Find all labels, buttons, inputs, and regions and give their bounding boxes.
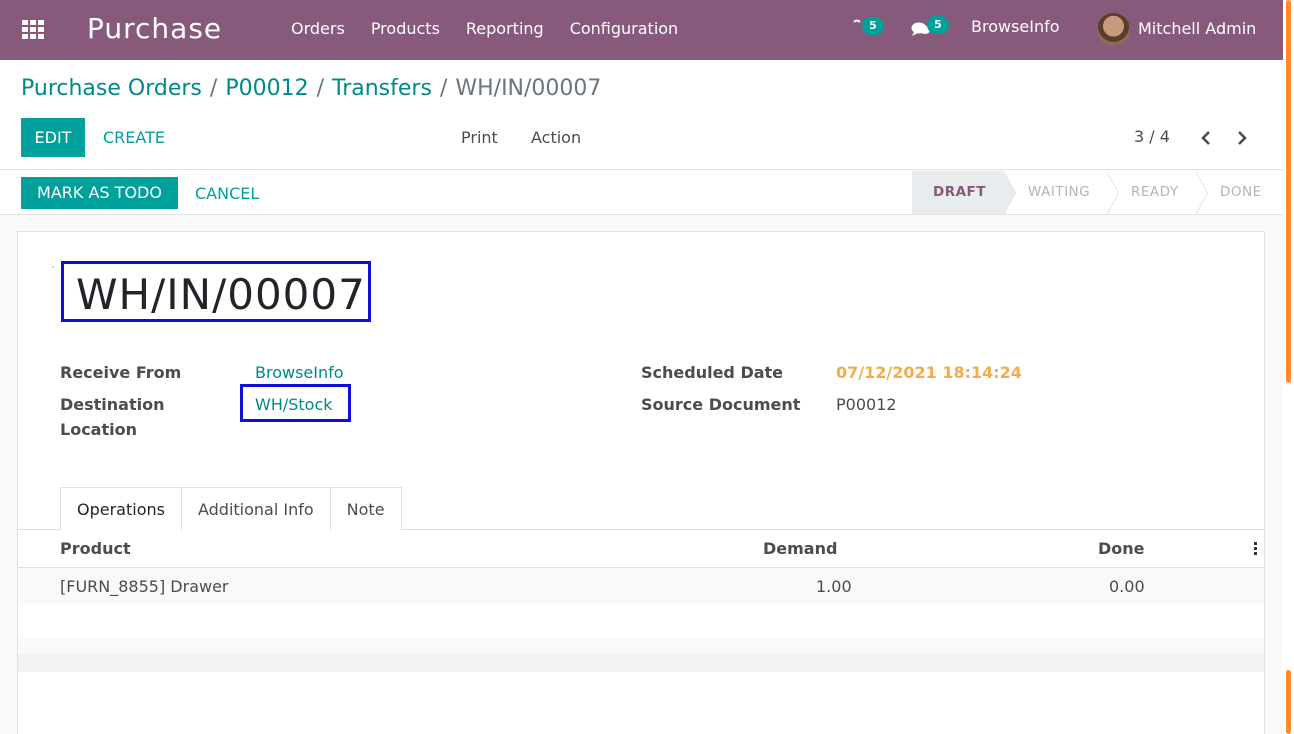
tab-operations[interactable]: Operations: [60, 487, 182, 530]
pager-value[interactable]: 3 / 4: [1134, 127, 1170, 146]
scheduled-date-value: 07/12/2021 18:14:24: [836, 363, 1022, 382]
priority-mark: ´: [50, 266, 55, 277]
status-step-waiting[interactable]: WAITING: [1003, 171, 1119, 215]
pager-next-icon[interactable]: [1236, 130, 1248, 150]
scrollbar-thumb-lower[interactable]: [1286, 670, 1291, 734]
empty-table-row: [18, 638, 1264, 654]
destination-label: Destination Location: [60, 395, 165, 439]
top-navbar: Purchase Orders Products Reporting Confi…: [0, 0, 1283, 60]
row-product: [FURN_8855] Drawer: [60, 577, 229, 596]
status-steps: DRAFT WAITING READY DONE: [912, 171, 1283, 215]
column-product[interactable]: Product: [60, 539, 131, 558]
breadcrumb-separator: /: [209, 76, 218, 101]
create-button[interactable]: CREATE: [103, 128, 165, 147]
status-step-done[interactable]: DONE: [1195, 171, 1283, 214]
apps-menu-icon[interactable]: [22, 20, 44, 40]
breadcrumb-p00012[interactable]: P00012: [225, 76, 308, 101]
messages-count-badge: 5: [927, 16, 949, 34]
control-panel: Purchase Orders / P00012 / Transfers / WH/IN/0…: [0, 60, 1283, 170]
empty-table-row: [18, 604, 1264, 638]
empty-table-row: [18, 654, 1264, 672]
edit-button[interactable]: EDIT: [21, 118, 85, 157]
pager-previous-icon[interactable]: [1200, 130, 1212, 150]
company-switcher[interactable]: BrowseInfo: [971, 17, 1060, 36]
destination-location-value[interactable]: WH/Stock: [255, 395, 333, 414]
status-bar: MARK AS TODO CANCEL DRAFT WAITING READY …: [0, 171, 1283, 215]
menu-item-products[interactable]: Products: [371, 19, 440, 38]
column-done[interactable]: Done: [1098, 539, 1145, 558]
form-sheet: ´ WH/IN/00007 Receive From BrowseInfo De…: [17, 231, 1265, 734]
menu-item-configuration[interactable]: Configuration: [570, 19, 679, 38]
breadcrumb-purchase-orders[interactable]: Purchase Orders: [21, 76, 202, 101]
status-step-draft[interactable]: DRAFT: [912, 171, 1016, 215]
user-avatar[interactable]: [1097, 13, 1130, 46]
notebook-tabs: Operations Additional Info Note: [60, 487, 402, 530]
breadcrumb: Purchase Orders / P00012 / Transfers / WH/IN/0…: [21, 76, 601, 101]
operations-table-header: Product Demand Done: [18, 530, 1264, 568]
cancel-button[interactable]: CANCEL: [195, 184, 259, 203]
status-step-ready[interactable]: READY: [1106, 171, 1208, 215]
breadcrumb-transfers[interactable]: Transfers: [332, 76, 432, 101]
main-menu: Orders Products Reporting Configuration: [291, 19, 704, 38]
page-scrollbar[interactable]: [1283, 0, 1294, 734]
activity-count-badge: 5: [862, 17, 884, 35]
menu-item-reporting[interactable]: Reporting: [466, 19, 544, 38]
app-name[interactable]: Purchase: [87, 12, 222, 45]
receive-from-value[interactable]: BrowseInfo: [255, 363, 344, 382]
optional-columns-icon[interactable]: [1254, 542, 1257, 557]
row-demand: 1.00: [816, 577, 852, 596]
row-done: 0.00: [1109, 577, 1145, 596]
user-menu[interactable]: Mitchell Admin: [1138, 19, 1256, 38]
scrollbar-thumb[interactable]: [1286, 0, 1291, 383]
record-title: WH/IN/00007: [76, 270, 366, 319]
breadcrumb-separator: /: [316, 76, 324, 101]
source-document-value: P00012: [836, 395, 897, 414]
print-dropdown[interactable]: Print: [461, 128, 498, 147]
tab-additional-info[interactable]: Additional Info: [180, 487, 331, 530]
tab-note[interactable]: Note: [329, 487, 402, 530]
action-dropdown[interactable]: Action: [531, 128, 581, 147]
source-document-label: Source Document: [641, 395, 801, 414]
table-row[interactable]: [FURN_8855] Drawer 1.00 0.00: [18, 568, 1264, 604]
receive-from-label: Receive From: [60, 363, 182, 382]
menu-item-orders[interactable]: Orders: [291, 19, 345, 38]
mark-as-todo-button[interactable]: MARK AS TODO: [21, 177, 178, 209]
breadcrumb-separator: /: [439, 76, 448, 101]
scheduled-date-label: Scheduled Date: [641, 363, 784, 382]
column-demand[interactable]: Demand: [763, 539, 837, 558]
breadcrumb-current: WH/IN/00007: [455, 76, 602, 101]
